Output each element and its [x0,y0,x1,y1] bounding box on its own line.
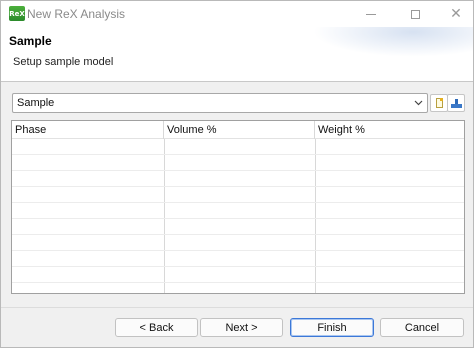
minimize-icon [366,13,376,15]
column-header-volume[interactable]: Volume % [164,121,315,139]
table-row [12,203,464,219]
table-row [12,171,464,187]
table-row [12,251,464,267]
sample-dropdown-value: Sample [17,97,55,109]
page-subtitle: Setup sample model [13,56,114,68]
window-title: New ReX Analysis [27,7,126,21]
header-decoration [313,27,473,57]
table-row [12,267,464,283]
close-icon: ✕ [450,6,462,22]
table-row [12,283,464,293]
new-document-icon [436,98,443,108]
page-title: Sample [9,34,52,48]
table-row [12,219,464,235]
table-body[interactable] [12,139,464,293]
table-row [12,187,464,203]
app-logo-icon: ReX [9,6,25,21]
table-row [12,235,464,251]
title-bar[interactable]: ReX New ReX Analysis ✕ [1,1,473,27]
sample-dropdown[interactable]: Sample [12,93,428,113]
app-logo-label: ReX [9,9,25,18]
load-icon [451,99,462,108]
finish-button[interactable]: Finish [290,318,374,337]
maximize-icon [410,9,420,19]
footer-divider [1,307,473,308]
table-row [12,139,464,155]
next-button[interactable]: Next > [200,318,283,337]
phase-table[interactable]: Phase Volume % Weight % [11,120,465,294]
cancel-button[interactable]: Cancel [380,318,464,337]
maximize-button[interactable] [400,1,430,27]
new-sample-button[interactable] [430,94,448,112]
column-header-weight[interactable]: Weight % [315,121,464,139]
table-header: Phase Volume % Weight % [12,121,464,139]
chevron-down-icon [413,97,423,109]
close-button[interactable]: ✕ [441,1,471,27]
minimize-button[interactable] [356,1,386,27]
load-sample-button[interactable] [447,94,465,112]
table-row [12,155,464,171]
column-header-phase[interactable]: Phase [12,121,164,139]
back-button[interactable]: < Back [115,318,198,337]
wizard-header: Sample Setup sample model [1,27,473,82]
wizard-window: ReX New ReX Analysis ✕ Sample Setup samp… [0,0,474,348]
